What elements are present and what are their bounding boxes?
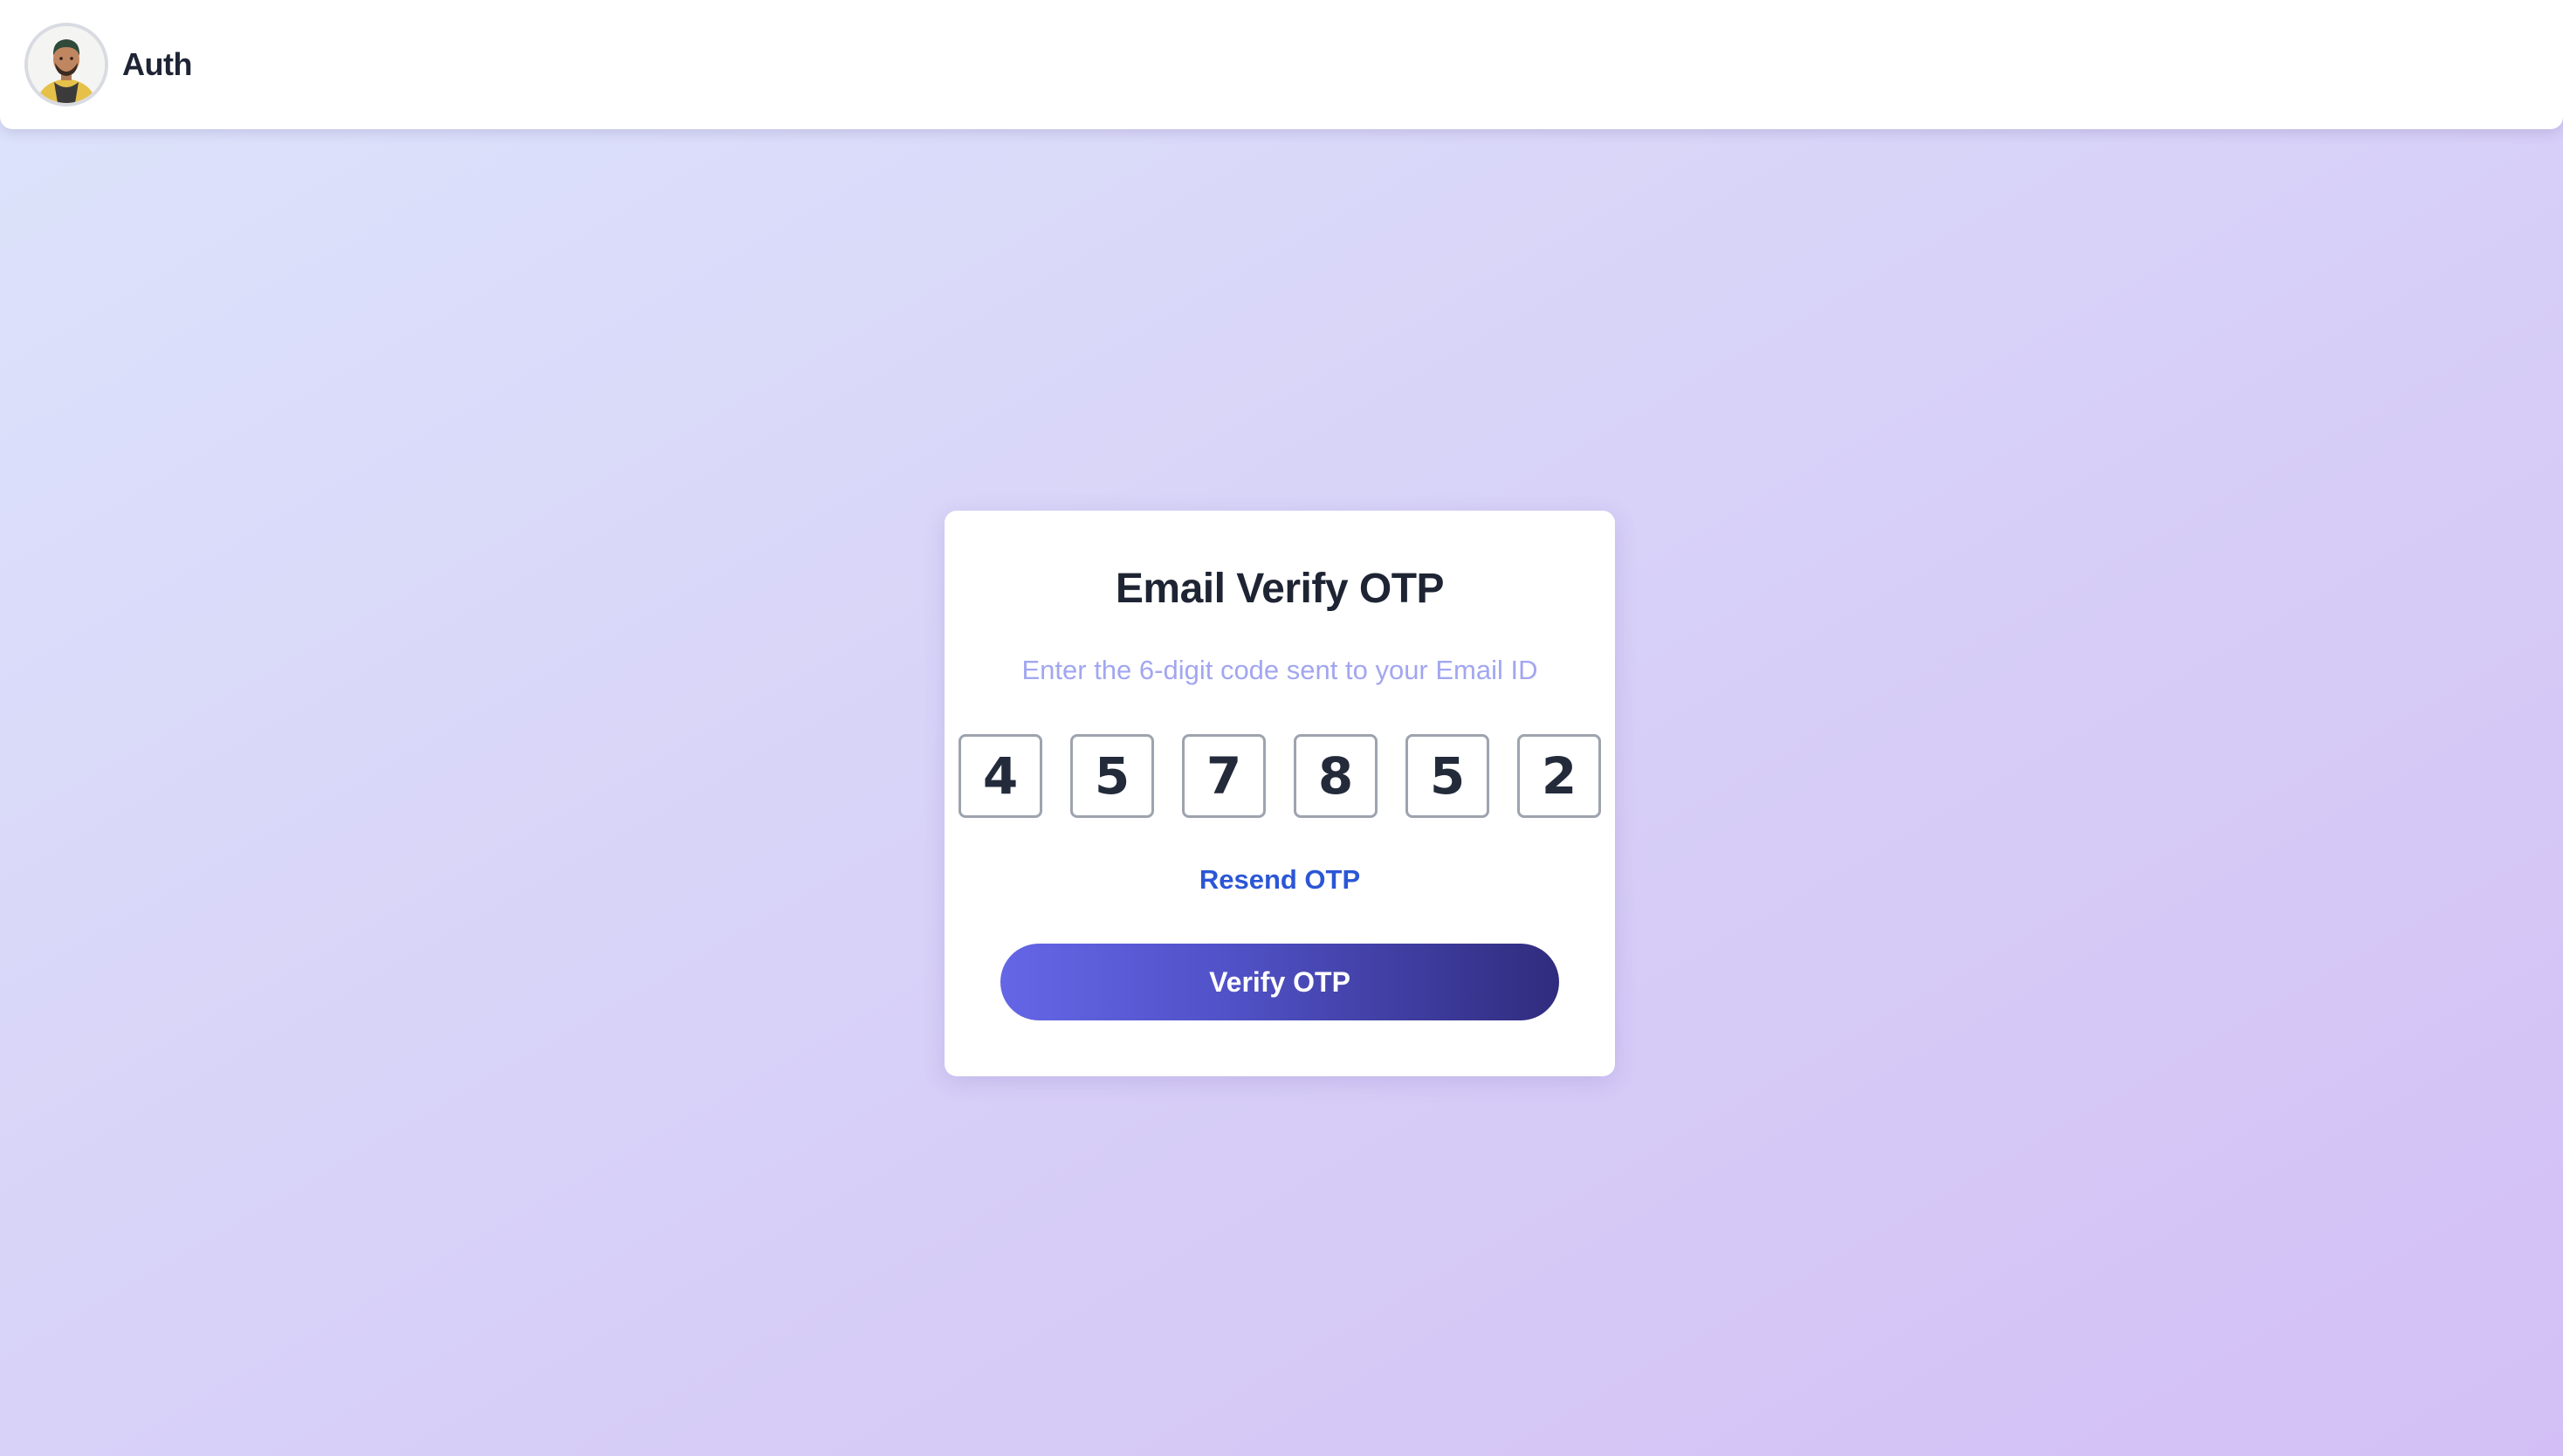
navbar: Auth (0, 0, 2563, 129)
avatar[interactable] (24, 23, 108, 106)
otp-input-group (959, 734, 1601, 818)
brand-name: Auth (122, 46, 192, 82)
otp-digit-3[interactable] (1182, 734, 1266, 818)
verify-otp-button[interactable]: Verify OTP (1000, 944, 1559, 1020)
otp-digit-1[interactable] (959, 734, 1042, 818)
otp-digit-6[interactable] (1517, 734, 1601, 818)
card-title: Email Verify OTP (1115, 566, 1445, 612)
user-avatar-icon (28, 26, 105, 103)
resend-otp-link[interactable]: Resend OTP (945, 864, 1615, 896)
otp-digit-4[interactable] (1294, 734, 1378, 818)
card-subtitle: Enter the 6-digit code sent to your Emai… (1021, 655, 1538, 685)
otp-digit-5[interactable] (1405, 734, 1489, 818)
otp-card: Email Verify OTP Enter the 6-digit code … (945, 511, 1615, 1076)
otp-digit-2[interactable] (1070, 734, 1154, 818)
